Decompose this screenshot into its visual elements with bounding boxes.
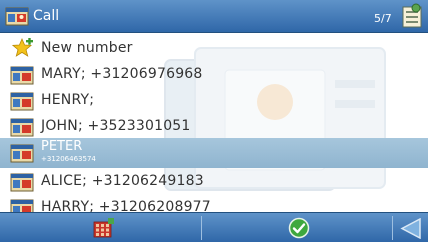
confirm-button[interactable] — [202, 213, 392, 243]
page-counter: 5/7 — [374, 12, 392, 25]
list-item[interactable]: ALICE; +31206249183 — [0, 168, 428, 194]
checkmark-icon — [288, 217, 310, 239]
keypad-button[interactable] — [0, 213, 201, 243]
new-number-label: New number — [41, 40, 133, 56]
list-item[interactable]: JOHN; +3523301051 — [0, 113, 428, 139]
contact-label: MARY; +31206976968 — [41, 66, 203, 82]
list-item[interactable]: HENRY; — [0, 87, 428, 113]
contact-card-icon — [10, 173, 34, 192]
keypad-icon — [93, 218, 114, 238]
star-plus-icon — [12, 38, 33, 57]
back-arrow-icon — [400, 218, 421, 239]
list-item-selected[interactable]: PETER +31206463574 — [0, 138, 428, 168]
contact-card-icon — [5, 7, 29, 26]
contact-label: HENRY; — [41, 92, 95, 108]
contact-name: PETER — [41, 139, 83, 154]
contact-label: ALICE; +31206249183 — [41, 173, 204, 189]
back-button[interactable] — [393, 213, 428, 243]
window-title: Call — [33, 8, 60, 24]
list-item[interactable]: MARY; +31206976968 — [0, 61, 428, 87]
settings-list-icon[interactable] — [400, 2, 424, 30]
contact-card-icon — [10, 144, 34, 163]
contact-card-icon — [10, 66, 34, 85]
contact-card-icon — [10, 118, 34, 137]
contact-number: +31206463574 — [41, 155, 96, 163]
list-item-new-number[interactable]: New number — [0, 35, 428, 61]
contact-label: JOHN; +3523301051 — [41, 118, 191, 134]
bottom-toolbar — [0, 212, 428, 242]
contact-card-icon — [10, 92, 34, 111]
title-bar: Call 5/7 — [0, 0, 428, 33]
